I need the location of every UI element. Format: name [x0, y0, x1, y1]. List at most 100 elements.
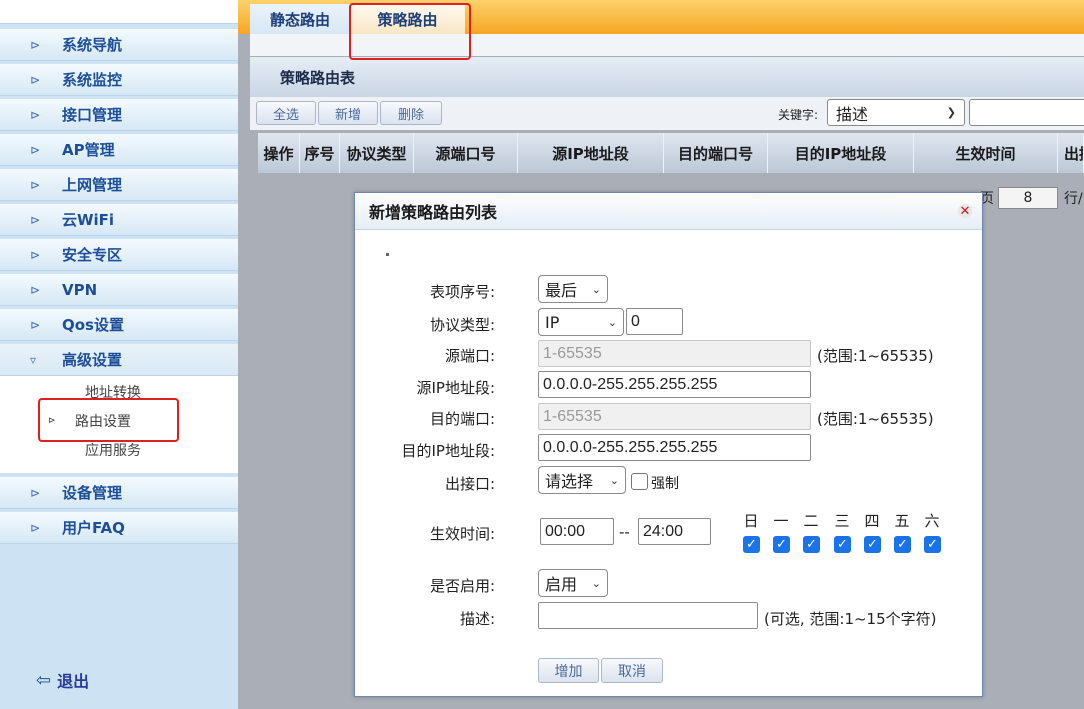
pager: 页 8 行/: [980, 187, 1083, 209]
src-ip-input[interactable]: 0.0.0.0-255.255.255.255: [538, 371, 811, 398]
sidebar-item-system-nav[interactable]: ⊳ 系统导航: [0, 29, 238, 61]
confirm-add-button[interactable]: 增加: [538, 658, 599, 683]
column-header: 目的IP地址段: [768, 133, 914, 173]
tab-bar: 静态路由 策略路由: [238, 0, 1084, 34]
day-checkbox-thu[interactable]: ✓: [864, 536, 881, 553]
dst-ip-label: 目的IP地址段:: [401, 442, 495, 460]
sidebar-item-label: 高级设置: [62, 351, 123, 369]
chevron-down-icon: ⌄: [591, 576, 601, 590]
arrow-bullet-icon: ⊳: [30, 317, 41, 332]
protocol-select[interactable]: IP ⌄: [538, 308, 624, 336]
arrow-bullet-icon: ⊳: [30, 177, 41, 192]
select-all-button[interactable]: 全选: [256, 101, 316, 125]
end-time-input[interactable]: 24:00: [638, 518, 711, 545]
tab-policy-route[interactable]: 策略路由: [350, 4, 465, 34]
index-select[interactable]: 最后 ⌄: [538, 275, 608, 303]
column-header: 生效时间: [914, 133, 1058, 173]
sidebar-item-device[interactable]: ⊳ 设备管理: [0, 477, 238, 509]
day-checkbox-mon[interactable]: ✓: [773, 536, 790, 553]
cancel-button[interactable]: 取消: [601, 658, 663, 683]
chevron-down-icon: ⌄: [591, 282, 601, 296]
dialog-title: 新增策略路由列表: [369, 203, 498, 222]
protocol-select-value: IP: [545, 312, 560, 332]
index-select-value: 最后: [545, 281, 578, 300]
day-checkbox-fri[interactable]: ✓: [894, 536, 911, 553]
src-ip-label: 源IP地址段:: [416, 379, 495, 397]
dst-ip-input[interactable]: 0.0.0.0-255.255.255.255: [538, 434, 811, 461]
sidebar-item-internet[interactable]: ⊳ 上网管理: [0, 169, 238, 201]
arrow-bullet-icon: ⊳: [30, 107, 41, 122]
page-size-input[interactable]: 8: [998, 187, 1058, 209]
sidebar-item-label: 接口管理: [62, 106, 123, 124]
sidebar-item-vpn[interactable]: ⊳ VPN: [0, 274, 238, 306]
sidebar-item-interface[interactable]: ⊳ 接口管理: [0, 99, 238, 131]
day-label-sun: 日: [743, 512, 759, 530]
delete-button[interactable]: 删除: [380, 101, 442, 125]
close-icon[interactable]: ✕: [958, 204, 972, 218]
arrow-bullet-icon: ⊳: [30, 520, 41, 535]
arrow-bullet-icon: ⊳: [30, 247, 41, 262]
sidebar-item-security[interactable]: ⊳ 安全专区: [0, 239, 238, 271]
arrow-bullet-icon: ⊳: [30, 485, 41, 500]
enabled-select[interactable]: 启用 ⌄: [538, 569, 608, 597]
sidebar-item-system-monitor[interactable]: ⊳ 系统监控: [0, 64, 238, 96]
day-label-thu: 四: [864, 512, 880, 530]
panel-title: 策略路由表: [280, 68, 356, 87]
out-iface-select[interactable]: 请选择 ⌄: [538, 466, 626, 494]
start-time-input[interactable]: 00:00: [540, 518, 614, 545]
sidebar-item-label: Qos设置: [62, 316, 124, 334]
column-header: 源端口号: [414, 133, 518, 173]
day-checkbox-sun[interactable]: ✓: [743, 536, 760, 553]
sidebar-item-faq[interactable]: ⊳ 用户FAQ: [0, 512, 238, 544]
arrow-bullet-icon: ⊳: [30, 212, 41, 227]
day-checkbox-wed[interactable]: ✓: [834, 536, 851, 553]
force-checkbox[interactable]: [631, 473, 648, 490]
arrow-bullet-icon: ⊳: [30, 282, 41, 297]
day-label-mon: 一: [773, 512, 789, 530]
keyword-input[interactable]: [969, 99, 1084, 126]
desc-hint: (可选, 范围:1~15个字符): [764, 610, 937, 628]
day-label-wed: 三: [834, 512, 850, 530]
sidebar-item-advanced[interactable]: ▿ 高级设置: [0, 344, 238, 376]
add-policy-route-dialog: 新增策略路由列表 ✕ 表项序号: 最后 ⌄ 协议类型: IP ⌄ 0 源端口: …: [354, 192, 983, 697]
chevron-down-icon: ❯: [946, 106, 956, 119]
submenu-item-nat[interactable]: 地址转换: [0, 377, 238, 406]
content-top-strip: [250, 34, 1084, 56]
sidebar-item-cloud-wifi[interactable]: ⊳ 云WiFi: [0, 204, 238, 236]
sidebar-item-qos[interactable]: ⊳ Qos设置: [0, 309, 238, 341]
protocol-label: 协议类型:: [429, 316, 495, 334]
src-port-input[interactable]: 1-65535: [538, 340, 811, 367]
submenu-item-label: 路由设置: [75, 413, 131, 430]
sidebar-item-label: 云WiFi: [62, 211, 115, 229]
arrow-bullet-icon: ⊳: [30, 142, 41, 157]
desc-input[interactable]: [538, 602, 758, 629]
submenu-item-label: 地址转换: [85, 384, 141, 401]
day-checkbox-sat[interactable]: ✓: [924, 536, 941, 553]
enabled-label: 是否启用:: [429, 577, 495, 595]
add-button[interactable]: 新增: [318, 101, 378, 125]
submenu-item-routing[interactable]: ⊳ 路由设置: [0, 406, 238, 435]
arrow-bullet-icon: ⊳: [30, 72, 41, 87]
submenu-item-app-service[interactable]: 应用服务: [0, 435, 238, 464]
dst-port-hint: (范围:1~65535): [817, 410, 934, 428]
protocol-number-input[interactable]: 0: [626, 308, 683, 335]
tab-static-route[interactable]: 静态路由: [250, 4, 350, 34]
column-header: 协议类型: [340, 133, 414, 173]
sidebar-item-label: VPN: [62, 280, 98, 299]
day-label-sat: 六: [924, 512, 940, 530]
day-checkbox-tue[interactable]: ✓: [803, 536, 820, 553]
dst-port-input[interactable]: 1-65535: [538, 403, 811, 430]
sidebar-item-label: AP管理: [62, 141, 115, 159]
sidebar-item-ap[interactable]: ⊳ AP管理: [0, 134, 238, 166]
table-toolbar: 全选 新增 删除 关键字: 描述 ❯: [250, 97, 1084, 130]
logout-button[interactable]: ⇦ 退出: [36, 668, 89, 692]
sidebar-item-label: 安全专区: [62, 246, 123, 264]
logout-label: 退出: [57, 672, 90, 691]
keyword-select[interactable]: 描述 ❯: [827, 99, 965, 126]
chevron-down-icon: ⌄: [609, 473, 619, 487]
time-label: 生效时间:: [429, 525, 495, 543]
sidebar: ⊳ 系统导航 ⊳ 系统监控 ⊳ 接口管理 ⊳ AP管理 ⊳ 上网管理 ⊳ 云Wi…: [0, 0, 238, 709]
sidebar-item-label: 上网管理: [62, 176, 123, 194]
arrow-down-icon: ▿: [30, 352, 37, 367]
src-port-hint: (范围:1~65535): [817, 347, 934, 365]
